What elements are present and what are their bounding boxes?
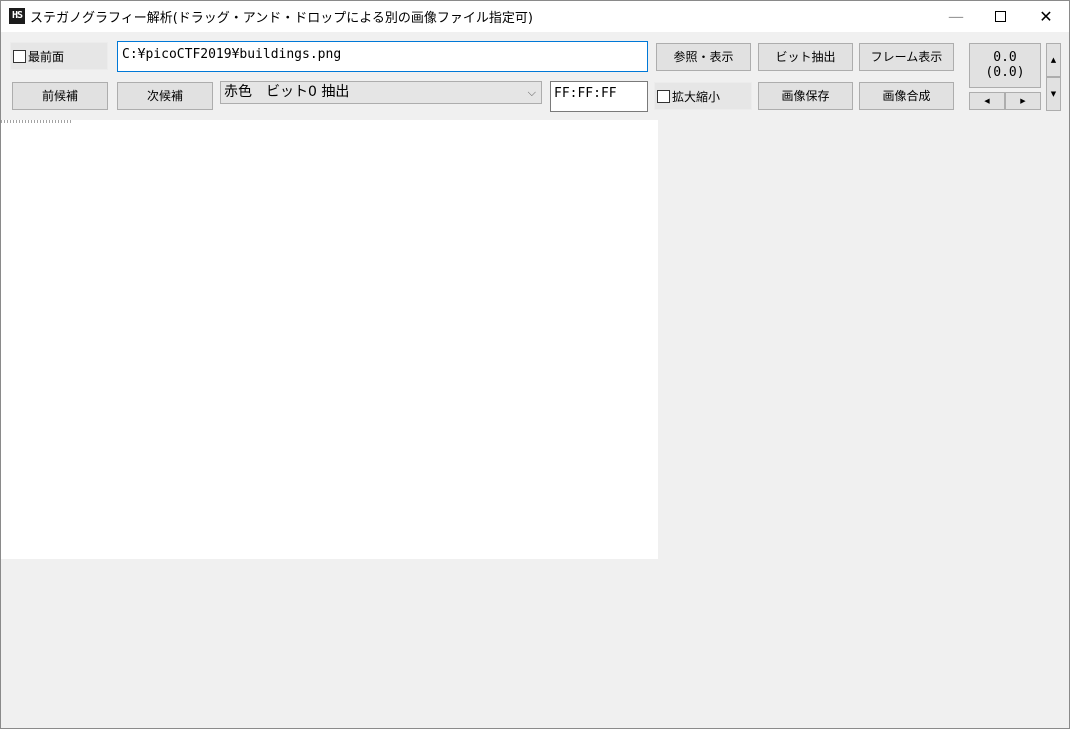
scroll-left-button[interactable]: ◀	[969, 92, 1005, 110]
window-title: ステガノグラフィー解析(ドラッグ・アンド・ドロップによる別の画像ファイル指定可)	[30, 11, 533, 26]
chevron-down-icon: ⌵	[527, 86, 536, 99]
maximize-button[interactable]	[977, 1, 1023, 32]
minimize-button[interactable]: —	[933, 1, 979, 32]
app-icon: HS	[9, 8, 25, 24]
topmost-label: 最前面	[28, 50, 65, 64]
scroll-right-button[interactable]: ▶	[1005, 92, 1041, 110]
arrow-right-icon: ▶	[1020, 97, 1026, 105]
coordinate-display[interactable]: 0.0 (0.0)	[969, 43, 1041, 88]
composite-image-button[interactable]: 画像合成	[859, 82, 954, 110]
close-button[interactable]: ✕	[1023, 1, 1069, 32]
save-image-button[interactable]: 画像保存	[758, 82, 853, 110]
arrow-down-icon: ▼	[1050, 90, 1057, 98]
zoom-checkbox-box[interactable]	[657, 90, 670, 103]
title-bar[interactable]: HS ステガノグラフィー解析(ドラッグ・アンド・ドロップによる別の画像ファイル指…	[1, 1, 1069, 32]
prev-candidate-button[interactable]: 前候補	[12, 82, 108, 110]
coordinate-value: 0.0	[993, 50, 1017, 65]
color-value-field[interactable]: FF:FF:FF	[550, 81, 648, 112]
bit-extract-button[interactable]: ビット抽出	[758, 43, 853, 71]
extract-mode-value: 赤色 ビット0 抽出	[224, 84, 350, 100]
zoom-checkbox[interactable]: 拡大縮小	[654, 82, 752, 110]
scroll-up-button[interactable]: ▲	[1046, 43, 1061, 77]
app-window: HS ステガノグラフィー解析(ドラッグ・アンド・ドロップによる別の画像ファイル指…	[0, 0, 1070, 729]
extract-mode-select[interactable]: 赤色 ビット0 抽出 ⌵	[220, 81, 542, 104]
image-pixel-row	[1, 120, 73, 123]
topmost-checkbox[interactable]: 最前面	[10, 42, 108, 70]
image-canvas[interactable]	[1, 120, 658, 559]
next-candidate-button[interactable]: 次候補	[117, 82, 213, 110]
file-path-input[interactable]: C:¥picoCTF2019¥buildings.png	[117, 41, 648, 72]
browse-button[interactable]: 参照・表示	[656, 43, 751, 71]
frame-view-button[interactable]: フレーム表示	[859, 43, 954, 71]
scroll-down-button[interactable]: ▼	[1046, 77, 1061, 111]
coordinate-value-sub: (0.0)	[985, 65, 1025, 80]
topmost-checkbox-box[interactable]	[13, 50, 26, 63]
maximize-icon	[994, 10, 1006, 22]
zoom-label: 拡大縮小	[672, 90, 721, 104]
arrow-up-icon: ▲	[1050, 56, 1057, 64]
arrow-left-icon: ◀	[984, 97, 990, 105]
